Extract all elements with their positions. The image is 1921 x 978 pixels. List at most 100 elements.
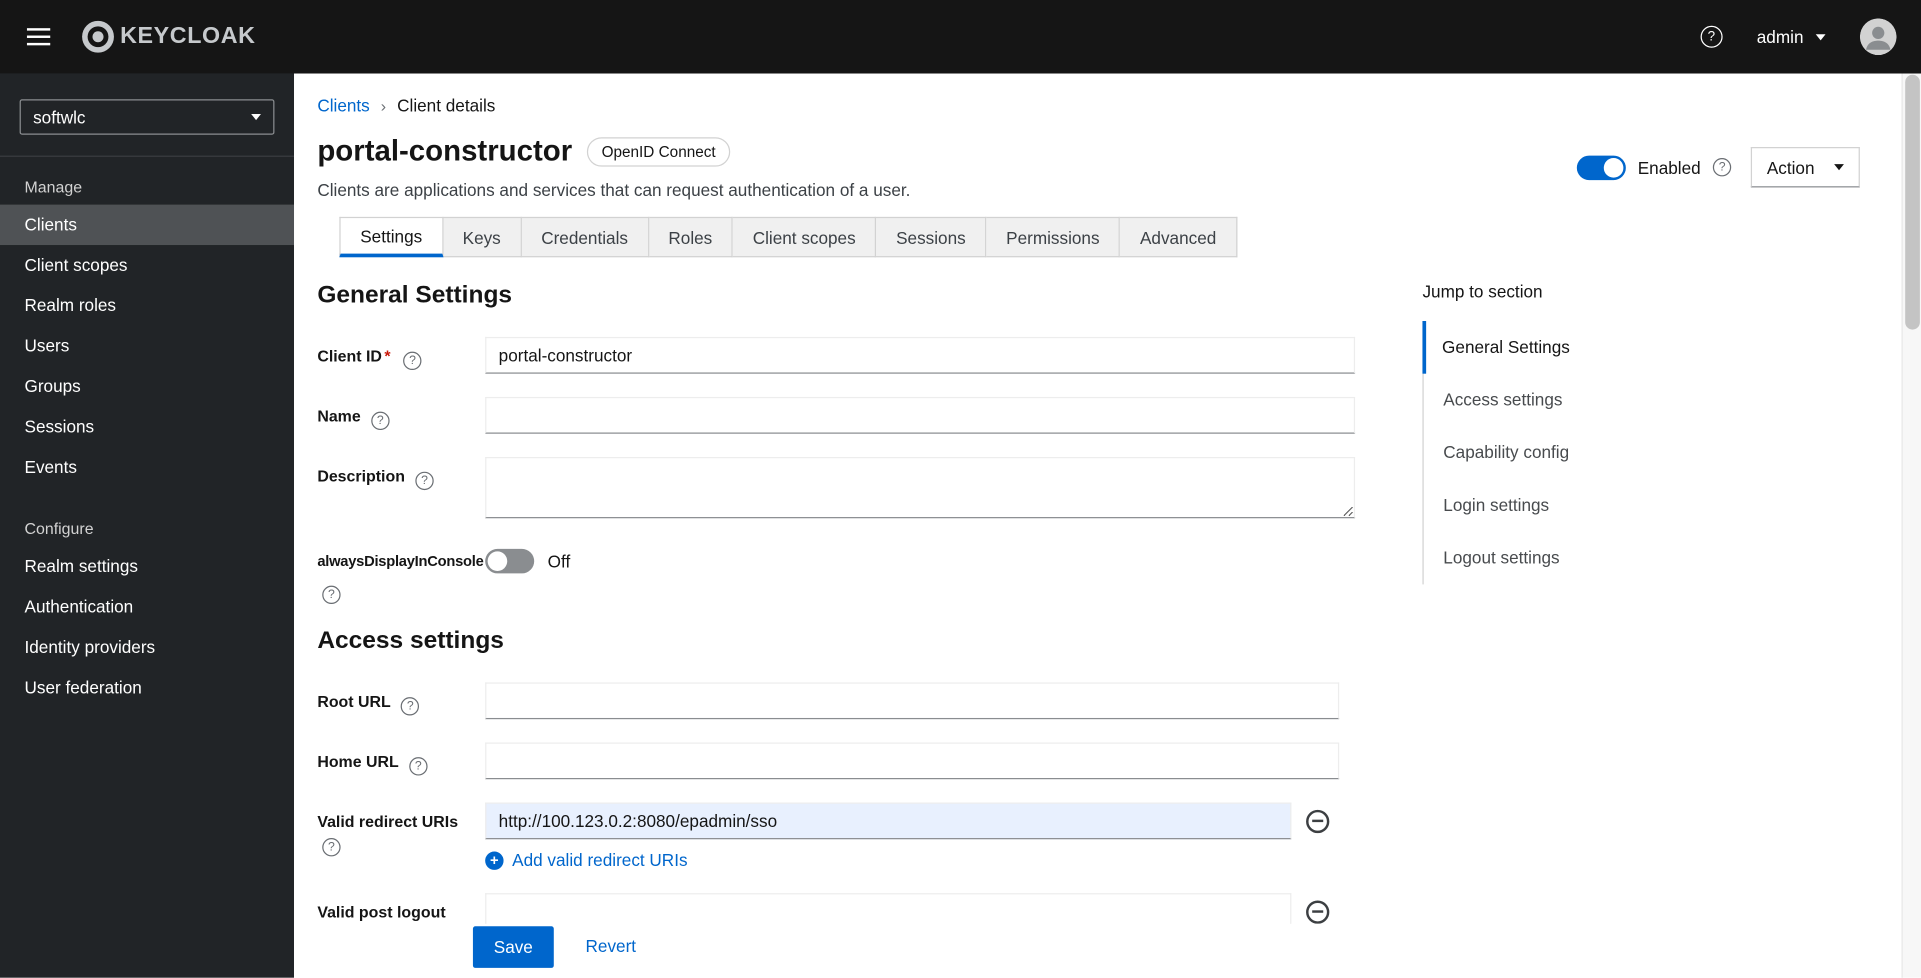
realm-selector[interactable]: softwlc xyxy=(19,99,275,135)
nav-section-configure: Configure Realm settings Authentication … xyxy=(0,488,294,709)
help-icon[interactable]: ? xyxy=(322,838,341,857)
keycloak-logo-icon xyxy=(82,20,114,53)
main-content: Clients › Client details portal-construc… xyxy=(294,73,1902,978)
tab-bar: Settings Keys Credentials Roles Client s… xyxy=(339,216,1238,258)
sidebar-item-events[interactable]: Events xyxy=(0,447,294,487)
minus-circle-icon xyxy=(1312,819,1324,823)
nav-section-title: Manage xyxy=(24,177,83,197)
scrollbar-track[interactable] xyxy=(1901,73,1921,978)
help-icon[interactable]: ? xyxy=(1712,158,1732,177)
tab-keys[interactable]: Keys xyxy=(443,216,522,258)
root-url-input[interactable] xyxy=(485,682,1340,720)
sidebar-item-sessions[interactable]: Sessions xyxy=(0,407,294,447)
action-dropdown[interactable]: Action xyxy=(1750,147,1860,188)
always-display-label: alwaysDisplayInConsole xyxy=(317,552,484,570)
chevron-down-icon xyxy=(1834,164,1844,171)
page-description: Clients are applications and services th… xyxy=(317,180,911,200)
required-asterisk: * xyxy=(384,346,391,366)
home-url-input[interactable] xyxy=(485,742,1340,780)
tab-permissions[interactable]: Permissions xyxy=(986,216,1121,258)
action-label: Action xyxy=(1766,157,1815,178)
enabled-toggle[interactable] xyxy=(1576,154,1626,180)
menu-toggle-button[interactable] xyxy=(17,18,60,55)
always-display-row: alwaysDisplayInConsole ? Off xyxy=(317,542,1395,605)
breadcrumb: Clients › Client details xyxy=(317,96,1901,116)
jump-link-logout-settings[interactable]: Logout settings xyxy=(1424,532,1754,585)
revert-button[interactable]: Revert xyxy=(586,926,637,965)
jump-to-section-title: Jump to section xyxy=(1422,281,1543,302)
page-title: portal-constructor xyxy=(317,134,573,168)
plus-circle-icon: + xyxy=(485,850,504,870)
help-icon[interactable]: ? xyxy=(371,411,390,431)
breadcrumb-current: Client details xyxy=(397,95,496,116)
user-avatar-icon xyxy=(1859,18,1897,56)
client-id-label: Client ID xyxy=(317,346,382,366)
jump-link-general-settings[interactable]: General Settings xyxy=(1422,321,1753,374)
sidebar-item-client-scopes[interactable]: Client scopes xyxy=(0,245,294,285)
help-icon[interactable]: ? xyxy=(1700,25,1723,48)
breadcrumb-clients-link[interactable]: Clients xyxy=(317,96,369,116)
sidebar-item-clients[interactable]: Clients xyxy=(0,204,295,246)
section-heading-access: Access settings xyxy=(317,627,504,655)
jump-link-access-settings[interactable]: Access settings xyxy=(1424,374,1754,427)
remove-redirect-uri-button[interactable] xyxy=(1306,809,1330,833)
brand-wordmark: KEYCLOAK xyxy=(120,23,256,50)
sidebar-item-realm-roles[interactable]: Realm roles xyxy=(0,285,294,325)
jump-to-section-panel: Jump to section General Settings Access … xyxy=(1422,282,1753,971)
help-icon[interactable]: ? xyxy=(403,351,422,371)
form-actions: Save Revert xyxy=(294,923,1902,978)
page: KEYCLOAK ? admin softwlc Manage Clients … xyxy=(0,0,1921,978)
always-display-state: Off xyxy=(547,551,571,571)
client-id-input[interactable] xyxy=(485,336,1356,374)
description-label: Description xyxy=(317,466,405,486)
help-icon[interactable]: ? xyxy=(409,757,428,776)
jump-link-login-settings[interactable]: Login settings xyxy=(1424,479,1754,532)
realm-selector-wrap: softwlc xyxy=(0,74,295,157)
breadcrumb-divider-icon: › xyxy=(380,96,387,115)
sidebar-item-users[interactable]: Users xyxy=(0,326,294,366)
settings-form: General Settings Client ID* ? Name ? xyxy=(317,282,1395,971)
sidebar-item-identity-providers[interactable]: Identity providers xyxy=(0,627,294,667)
protocol-badge: OpenID Connect xyxy=(586,137,731,167)
help-icon[interactable]: ? xyxy=(401,697,420,716)
avatar[interactable] xyxy=(1859,18,1897,56)
tab-roles[interactable]: Roles xyxy=(648,216,734,258)
jump-link-capability-config[interactable]: Capability config xyxy=(1424,426,1754,479)
sidebar-item-groups[interactable]: Groups xyxy=(0,366,294,406)
scrollbar-thumb[interactable] xyxy=(1905,74,1920,330)
hamburger-icon xyxy=(26,28,51,31)
redirect-uris-row: Valid redirect URIs ? + Add valid red xyxy=(317,802,1395,870)
section-heading-general: General Settings xyxy=(317,281,513,309)
nav-section-title: Configure xyxy=(24,519,94,538)
save-button[interactable]: Save xyxy=(472,926,554,968)
chevron-down-icon xyxy=(1815,33,1826,40)
user-menu[interactable]: admin xyxy=(1757,27,1826,47)
name-input[interactable] xyxy=(485,396,1356,434)
tab-settings[interactable]: Settings xyxy=(339,216,444,258)
tab-advanced[interactable]: Advanced xyxy=(1120,216,1238,258)
client-id-row: Client ID * ? xyxy=(317,336,1395,374)
redirect-uris-label: Valid redirect URIs xyxy=(317,812,459,831)
help-icon[interactable]: ? xyxy=(322,585,341,605)
sidebar-item-authentication[interactable]: Authentication xyxy=(0,587,294,627)
name-label: Name xyxy=(317,406,361,426)
root-url-label: Root URL xyxy=(317,692,391,711)
header-controls: Enabled ? Action xyxy=(1576,147,1860,188)
always-display-toggle[interactable] xyxy=(485,548,535,574)
remove-post-logout-uri-button[interactable] xyxy=(1306,899,1330,924)
username: admin xyxy=(1756,26,1804,47)
sidebar-item-user-federation[interactable]: User federation xyxy=(0,668,294,708)
realm-name: softwlc xyxy=(33,107,86,127)
topbar-right: ? admin xyxy=(1700,18,1897,56)
topbar: KEYCLOAK ? admin xyxy=(0,0,1921,74)
root-url-row: Root URL ? xyxy=(317,682,1395,720)
tab-credentials[interactable]: Credentials xyxy=(521,216,649,258)
redirect-uri-input[interactable] xyxy=(485,802,1292,840)
home-url-row: Home URL ? xyxy=(317,742,1395,780)
description-textarea[interactable] xyxy=(485,456,1356,519)
add-redirect-uri-link[interactable]: + Add valid redirect URIs xyxy=(485,850,1395,870)
tab-client-scopes[interactable]: Client scopes xyxy=(733,216,877,258)
sidebar-item-realm-settings[interactable]: Realm settings xyxy=(0,546,294,586)
help-icon[interactable]: ? xyxy=(415,471,434,491)
tab-sessions[interactable]: Sessions xyxy=(876,216,987,258)
